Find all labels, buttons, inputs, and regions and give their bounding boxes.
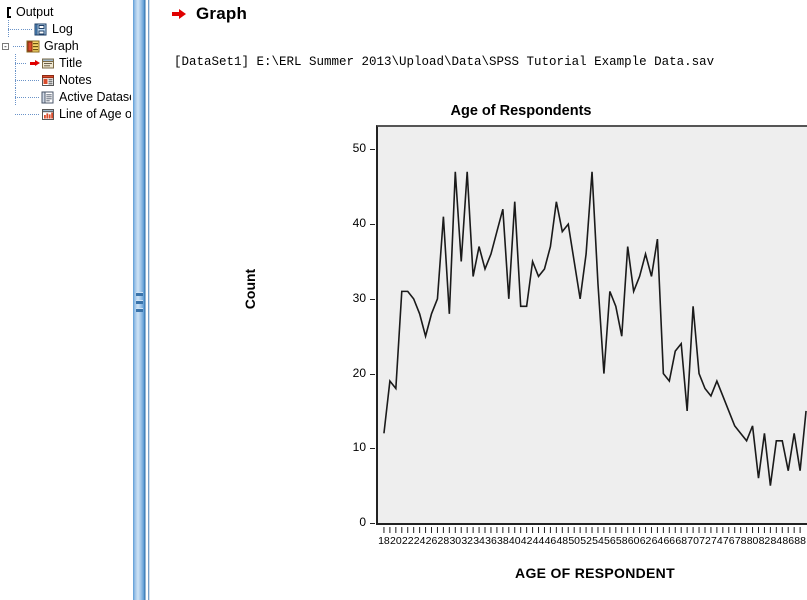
tree-connector (8, 20, 21, 38)
tree-item-label: Output (16, 5, 54, 19)
tree-item-log[interactable]: Log (2, 20, 131, 38)
line-chart[interactable]: Age of Respondents Count 0 10 20 30 40 50 18 2… (228, 103, 807, 593)
dataset-icon (41, 90, 56, 105)
chart-title: Age of Respondents (450, 103, 592, 119)
tree-connector (15, 106, 28, 123)
x-tick-label: 88 (794, 535, 806, 547)
tree-item-label: Title (59, 56, 83, 70)
tree-item-label: Active Dataset (59, 90, 132, 104)
tree-item-graph[interactable]: - Graph (2, 38, 131, 55)
chart-icon (41, 107, 56, 122)
tree-item-label: Line of Age of (59, 107, 132, 121)
y-tick-label: 0 (359, 515, 366, 529)
y-tick-mark (370, 298, 375, 300)
graph-book-icon (26, 39, 41, 54)
output-pane: Graph [DataSet1] E:\ERL Summer 2013\Uplo… (148, 0, 807, 600)
tree-root-marker (4, 4, 13, 21)
tree-item-notes[interactable]: Notes (2, 71, 131, 89)
tree-item-active-dataset[interactable]: Active Dataset (2, 88, 132, 106)
y-tick-label: 20 (352, 365, 366, 380)
y-tick-mark (370, 448, 375, 450)
y-axis-label: Count (242, 268, 258, 310)
spss-output-viewer: Output Log - Graph Title Notes Active Da… (0, 0, 807, 600)
tree-connector (15, 88, 28, 106)
page-title: Graph (196, 4, 248, 23)
tree-connector (28, 89, 41, 106)
tree-connector (21, 21, 34, 38)
x-axis-label: AGE OF RESPONDENT (515, 565, 675, 581)
tree-item-line-chart[interactable]: Line of Age of (2, 106, 131, 123)
selection-arrow-icon (172, 6, 190, 22)
outline-panel: Output Log - Graph Title Notes Active Da… (0, 0, 132, 600)
chart-series-line (383, 171, 807, 486)
tree-item-output[interactable]: Output (2, 4, 131, 21)
tree-connector (15, 54, 28, 72)
y-tick-label: 50 (352, 141, 366, 156)
tree-item-label: Log (52, 22, 73, 36)
tree-item-title[interactable]: Title (2, 54, 131, 72)
log-icon (34, 22, 49, 37)
title-icon (41, 56, 56, 71)
plot-area (376, 125, 807, 525)
tree-item-label: Graph (44, 39, 79, 53)
dataset-path-text: [DataSet1] E:\ERL Summer 2013\Upload\Dat… (174, 55, 715, 69)
y-tick-label: 30 (352, 290, 366, 305)
tree-connector (15, 71, 28, 89)
y-tick-mark (370, 224, 375, 226)
pane-left-edge (148, 0, 150, 600)
notes-icon (41, 73, 56, 88)
y-tick-mark (370, 373, 375, 375)
tree-expander-graph[interactable]: - (2, 38, 13, 55)
output-heading-row[interactable]: Graph (172, 4, 247, 24)
y-tick-mark (370, 149, 375, 151)
output-tree[interactable]: Output Log - Graph Title Notes Active Da… (0, 0, 131, 123)
y-tick-mark (370, 523, 375, 524)
splitter-grip[interactable] (136, 292, 144, 314)
tree-connector (28, 106, 41, 123)
y-tick-label: 40 (352, 216, 366, 231)
selection-arrow-icon (28, 55, 41, 72)
tree-connector (28, 72, 41, 89)
tree-item-label: Notes (59, 73, 92, 87)
panel-splitter[interactable] (132, 0, 148, 600)
x-axis-tickmarks (383, 527, 801, 533)
y-tick-label: 10 (352, 440, 366, 455)
tree-connector (13, 38, 26, 55)
